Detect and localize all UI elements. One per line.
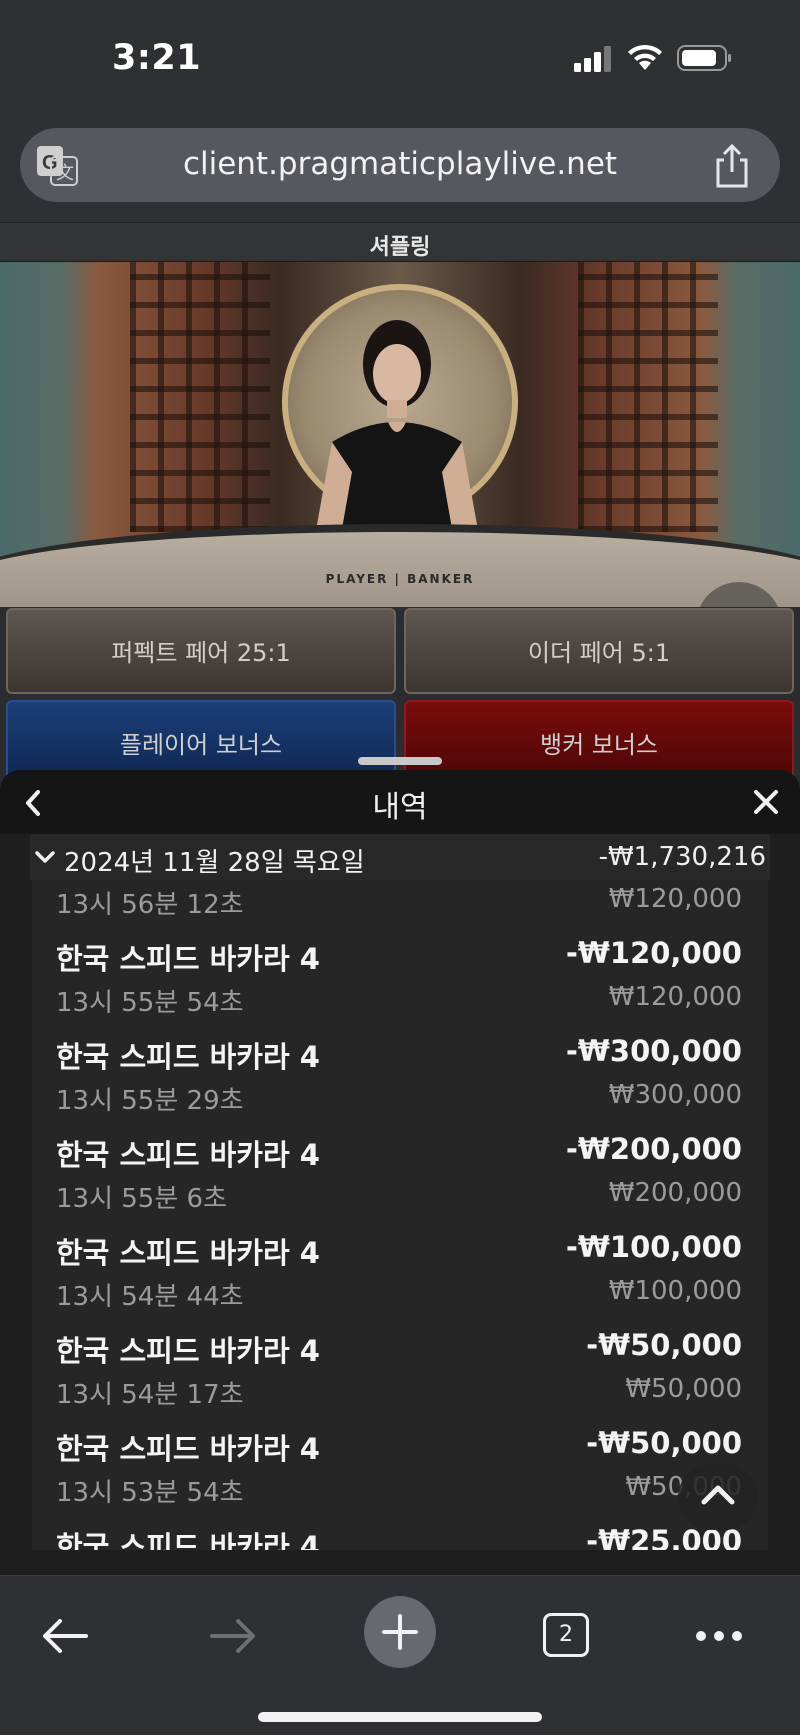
history-list-item[interactable]: 한국 스피드 바카라 4 13시 54분 17초 -₩50,000 ₩50,000 — [32, 1322, 768, 1420]
table-label: PLAYER | BANKER — [325, 572, 475, 586]
live-video-feed: PLAYER | BANKER — [0, 262, 800, 607]
sheet-drag-handle[interactable] — [358, 757, 442, 765]
history-item-bet: ₩120,000 — [608, 982, 742, 1012]
history-item-name: 한국 스피드 바카라 4 — [56, 942, 320, 976]
lattice-panel-left — [130, 262, 270, 532]
history-item-amount: -₩100,000 — [565, 1230, 742, 1264]
history-panel: 내역 2024년 11월 28일 목요일 -₩1,730,216 한국 스피드 … — [0, 770, 800, 1575]
history-item-amount: -₩120,000 — [565, 936, 742, 970]
history-item-time: 13시 55분 6초 — [56, 1184, 227, 1214]
close-icon[interactable] — [750, 786, 782, 818]
bet-perfect-pair-button[interactable]: 퍼펙트 페어 25:1 — [6, 608, 396, 694]
tabs-button[interactable]: 2 — [543, 1613, 589, 1657]
share-icon[interactable] — [712, 144, 752, 188]
more-options-icon[interactable] — [694, 1626, 744, 1646]
bet-perfect-pair-label: 퍼펙트 페어 25:1 — [111, 639, 291, 667]
url-text[interactable]: client.pragmaticplaylive.net — [20, 146, 780, 182]
baccarat-table — [0, 524, 800, 607]
plus-icon — [382, 1614, 418, 1650]
browser-back-icon[interactable] — [40, 1616, 90, 1656]
bet-either-pair-label: 이더 페어 5:1 — [527, 639, 671, 667]
chevron-down-icon — [35, 851, 55, 863]
history-item-name: 한국 스피드 바카라 4 — [56, 1040, 320, 1074]
battery-icon — [677, 45, 731, 71]
history-item-bet: ₩300,000 — [608, 1080, 742, 1110]
history-item-time: 13시 55분 29초 — [56, 1086, 244, 1116]
history-item-bet: ₩200,000 — [608, 1178, 742, 1208]
history-list: 한국 스피드 바카라 413시 56분 12초₩120,000₩120,000한… — [32, 880, 768, 1550]
history-item-amount: -₩50,000 — [586, 1426, 742, 1460]
history-list-item[interactable]: 한국 스피드 바카라 4 13시 55분 29초 -₩300,000 ₩300,000 — [32, 1028, 768, 1126]
history-list-item[interactable]: 한국 스피드 바카라 413시 53분 54초-₩50,000₩50,000 — [32, 1420, 768, 1518]
history-item-name: 한국 스피드 바카라 4 — [56, 1432, 320, 1466]
history-header: 내역 — [0, 770, 800, 834]
status-time: 3:21 — [112, 38, 202, 78]
history-item-name: 한국 스피드 바카라 4 — [56, 1334, 320, 1368]
day-date: 2024년 11월 28일 목요일 — [64, 848, 365, 878]
history-item-amount: -₩200,000 — [565, 1132, 742, 1166]
cellular-signal-icon — [574, 46, 611, 72]
history-list-item[interactable]: 한국 스피드 바카라 4 13시 55분 6초 -₩200,000 ₩200,000 — [32, 1126, 768, 1224]
status-bar: 3:21 — [0, 0, 800, 110]
history-list-item[interactable]: 한국 스피드 바카라 413시 53분 31초-₩25,000₩25,000 — [32, 1518, 768, 1550]
home-indicator — [258, 1712, 542, 1722]
new-tab-button[interactable] — [364, 1596, 436, 1668]
wifi-icon — [628, 44, 662, 70]
history-item-amount: -₩50,000 — [586, 1328, 742, 1362]
game-title-bar: 셔플링 — [0, 222, 800, 262]
browser-address-area: G 文 client.pragmaticplaylive.net — [0, 110, 800, 222]
lattice-panel-right — [578, 262, 718, 532]
history-item-bet: ₩50,000 — [625, 1374, 742, 1404]
history-list-item[interactable]: 한국 스피드 바카라 413시 56분 12초₩120,000₩120,000 — [32, 880, 768, 930]
history-item-time: 13시 54분 44초 — [56, 1282, 244, 1312]
address-bar[interactable]: G 文 client.pragmaticplaylive.net — [20, 128, 780, 202]
browser-toolbar: 2 — [0, 1575, 800, 1735]
browser-forward-icon[interactable] — [208, 1616, 258, 1656]
day-total: -₩1,730,216 — [598, 842, 766, 872]
history-item-amount: -₩300,000 — [565, 1034, 742, 1068]
history-item-name: 한국 스피드 바카라 4 — [56, 1236, 320, 1270]
chevron-up-icon — [701, 1485, 735, 1505]
game-status-title: 셔플링 — [369, 235, 431, 260]
history-item-bet: ₩120,000 — [608, 884, 742, 914]
history-list-item[interactable]: 한국 스피드 바카라 4 13시 55분 54초 -₩120,000 ₩120,000 — [32, 930, 768, 1028]
history-title: 내역 — [372, 790, 428, 825]
history-item-name: 한국 스피드 바카라 4 — [56, 1530, 320, 1550]
history-item-time: 13시 54분 17초 — [56, 1380, 244, 1410]
scroll-to-top-button[interactable] — [678, 1464, 758, 1530]
history-item-time: 13시 56분 12초 — [56, 890, 244, 920]
day-group-header[interactable]: 2024년 11월 28일 목요일 -₩1,730,216 — [30, 834, 770, 880]
bet-either-pair-button[interactable]: 이더 페어 5:1 — [404, 608, 794, 694]
history-item-bet: ₩100,000 — [608, 1276, 742, 1306]
history-item-name: 한국 스피드 바카라 4 — [56, 1138, 320, 1172]
history-list-viewport[interactable]: 한국 스피드 바카라 413시 56분 12초₩120,000₩120,000한… — [32, 880, 768, 1550]
history-item-time: 13시 55분 54초 — [56, 988, 244, 1018]
history-list-item[interactable]: 한국 스피드 바카라 4 13시 54분 44초 -₩100,000 ₩100,000 — [32, 1224, 768, 1322]
history-item-time: 13시 53분 54초 — [56, 1478, 244, 1508]
